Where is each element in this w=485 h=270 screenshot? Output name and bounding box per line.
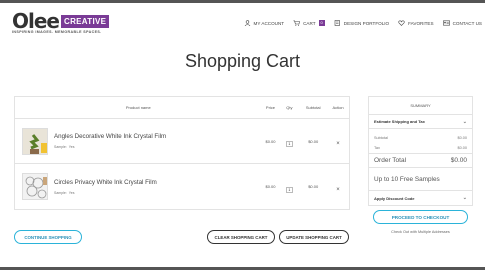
nav-label: FAVORITES (408, 20, 434, 26)
logo[interactable]: Olee CREATIVE (12, 9, 110, 33)
col-qty: Qty (286, 105, 293, 110)
cart-icon (293, 20, 300, 26)
user-icon (244, 20, 251, 26)
action-cell: × (327, 178, 349, 196)
subtotal-cell: $0.00 (308, 138, 319, 144)
clear-cart-button[interactable]: CLEAR SHOPPING CART (207, 230, 275, 244)
cart-count-badge: 0 (318, 20, 325, 26)
order-total-label: Order Total (374, 157, 407, 164)
logo-word: Olee (12, 9, 60, 33)
subtotal-line: Subtotal $0.00 (369, 133, 472, 143)
chevron-down-icon: ⌄ (462, 195, 467, 201)
col-product-name: Product name (125, 105, 151, 110)
nav-label: DESIGN PORTFOLIO (343, 20, 390, 26)
option-value: Yes (68, 145, 75, 149)
product-thumbnail[interactable] (22, 127, 48, 155)
option-value: Yes (68, 190, 75, 195)
order-total-value: $0.00 (450, 157, 467, 164)
logo-badge: CREATIVE (61, 14, 110, 28)
portfolio-icon (334, 20, 341, 26)
price-cell: $0.00 (265, 184, 276, 189)
subtotal-label: Subtotal (374, 136, 388, 140)
update-cart-button[interactable]: UPDATE SHOPPING CART (279, 230, 349, 244)
action-cell: × (327, 132, 349, 150)
product-option: Sample: Yes (54, 191, 157, 195)
table-row: Angles Decorative White Ink Crystal Film… (15, 119, 349, 164)
nav-label: MY ACCOUNT (253, 20, 285, 26)
qty-input[interactable]: 1 (285, 186, 293, 193)
discount-code-label: Apply Discount Code (374, 195, 415, 201)
product-name[interactable]: Circles Privacy White Ink Crystal Film (54, 179, 157, 186)
product-cell: Angles Decorative White Ink Crystal Film… (15, 127, 262, 155)
order-total-line: Order Total $0.00 (369, 153, 472, 167)
contact-card-icon (442, 20, 450, 26)
summary-title: SUMMARY (369, 97, 472, 115)
estimate-shipping-toggle[interactable]: Estimate Shipping and Tax ⌄ (369, 115, 472, 129)
price-cell: $0.00 (265, 138, 276, 144)
remove-item-icon[interactable]: × (336, 141, 340, 147)
proceed-to-checkout-button[interactable]: PROCEED TO CHECKOUT (373, 210, 468, 224)
cart-table: Product name Price Qty Subtotal Action A… (14, 96, 350, 210)
estimate-shipping-label: Estimate Shipping and Tax (374, 119, 425, 124)
multiple-addresses-link[interactable]: Check Out with Multiple Addresses (368, 230, 473, 234)
chevron-down-icon: ⌄ (462, 118, 467, 125)
table-row: Circles Privacy White Ink Crystal Film S… (15, 164, 349, 209)
tax-line: Tax $0.00 (369, 143, 472, 153)
subtotal-cell: $0.00 (308, 184, 319, 189)
col-price: Price (265, 105, 276, 110)
heart-icon (398, 20, 405, 26)
option-label: Sample: (54, 145, 67, 149)
top-nav: MY ACCOUNT CART 0 DESIGN PORTFOLIO FAVOR… (244, 20, 482, 26)
product-cell: Circles Privacy White Ink Crystal Film S… (15, 173, 262, 200)
free-samples-note: Up to 10 Free Samples (369, 167, 472, 191)
subtotal-value: $0.00 (457, 136, 467, 140)
remove-item-icon[interactable]: × (336, 187, 340, 193)
nav-label: CONTACT US (452, 20, 482, 26)
qty-input[interactable]: 1 (285, 141, 293, 147)
product-name[interactable]: Angles Decorative White Ink Crystal Film (54, 133, 166, 140)
product-thumbnail[interactable] (22, 173, 48, 200)
nav-my-account[interactable]: MY ACCOUNT (244, 20, 285, 26)
page-frame: Olee CREATIVE INSPIRING IMAGES. MEMORABL… (0, 0, 485, 270)
option-label: Sample: (54, 190, 67, 195)
tax-value: $0.00 (457, 146, 467, 150)
discount-code-toggle[interactable]: Apply Discount Code ⌄ (369, 191, 472, 205)
tagline: INSPIRING IMAGES. MEMORABLE SPACES. (12, 30, 102, 34)
nav-design-portfolio[interactable]: DESIGN PORTFOLIO (334, 20, 389, 26)
continue-shopping-button[interactable]: CONTINUE SHOPPING (14, 230, 82, 244)
table-header: Product name Price Qty Subtotal Action (15, 97, 349, 119)
nav-favorites[interactable]: FAVORITES (398, 20, 434, 26)
qty-cell: 1 (279, 178, 299, 196)
nav-label: CART (303, 20, 316, 26)
order-summary: SUMMARY Estimate Shipping and Tax ⌄ Subt… (368, 96, 473, 206)
nav-contact-us[interactable]: CONTACT US (442, 20, 482, 26)
page-title: Shopping Cart (184, 51, 301, 71)
product-option: Sample: Yes (54, 145, 166, 149)
qty-cell: 1 (279, 132, 299, 150)
col-subtotal: Subtotal (305, 105, 321, 110)
col-action: Action (332, 105, 344, 110)
tax-label: Tax (374, 146, 380, 150)
nav-cart[interactable]: CART 0 (293, 20, 325, 26)
